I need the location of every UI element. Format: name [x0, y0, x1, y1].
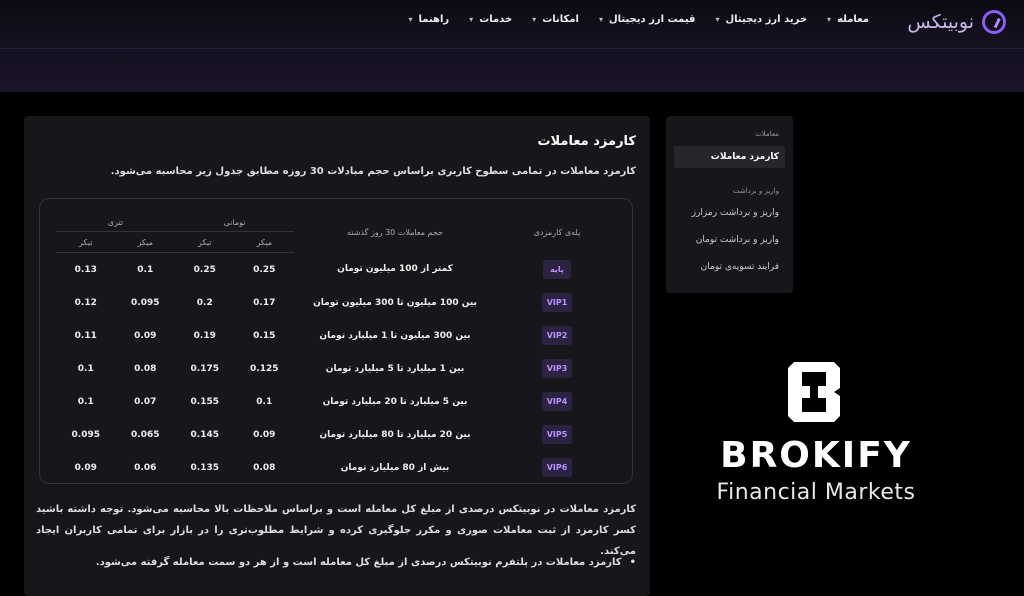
tether-taker-cell: 0.12: [74, 297, 97, 308]
col-toman-taker: تیکر: [175, 231, 235, 253]
level-badge: VIP2: [541, 326, 573, 345]
chevron-down-icon: ▾: [715, 15, 720, 24]
toman-maker-cell: 0.15: [253, 330, 276, 341]
table-row: VIP6 بیش از 80 میلیارد تومان 0.08 0.135 …: [56, 451, 618, 484]
toman-taker-cell: 0.135: [190, 462, 219, 473]
toman-maker-cell: 0.09: [253, 429, 276, 440]
fees-bullet-item: • کارمزد معاملات در پلتفرم نوبیتکس درصدی…: [36, 557, 636, 568]
chevron-down-icon: ▾: [598, 15, 603, 24]
level-badge: VIP4: [541, 392, 573, 411]
toman-taker-cell: 0.19: [193, 330, 216, 341]
nav-item-features[interactable]: امکانات ▾: [532, 14, 579, 25]
toman-taker-cell: 0.2: [196, 297, 213, 308]
chevron-down-icon: ▾: [827, 15, 832, 24]
toman-taker-cell: 0.155: [190, 396, 219, 407]
fee-table-card: پله‌ی کارمزدی حجم معاملات 30 روز گذشته ت…: [39, 198, 633, 484]
col-toman-maker: میکر: [234, 231, 294, 253]
level-badge: VIP5: [541, 425, 573, 444]
toman-maker-cell: 0.1: [256, 396, 273, 407]
volume-cell: بین 20 میلیارد تا 80 میلیارد تومان: [319, 429, 471, 440]
volume-cell: بین 1 میلیارد تا 5 میلیارد تومان: [325, 363, 465, 374]
tether-maker-cell: 0.1: [137, 264, 154, 275]
sidebar-item-toman-settlement[interactable]: فرایند تسویه‌ی تومان: [701, 262, 779, 272]
nobitex-logo-icon: [982, 10, 1006, 34]
brokify-name: BROKIFY: [720, 435, 912, 476]
tether-taker-cell: 0.095: [71, 429, 100, 440]
nav-item-services[interactable]: خدمات ▾: [469, 14, 512, 25]
toman-maker-cell: 0.125: [250, 363, 279, 374]
nav-item-help[interactable]: راهنما ▾: [408, 14, 449, 25]
volume-cell: کمتر از 100 میلیون تومان: [337, 264, 453, 275]
sidebar-section-trades: معاملات: [755, 130, 779, 138]
brokify-tagline: Financial Markets: [716, 480, 916, 505]
col-toman-group: تومانی: [175, 213, 294, 232]
toman-maker-cell: 0.08: [253, 462, 276, 473]
table-row: VIP5 بین 20 میلیارد تا 80 میلیارد تومان …: [56, 418, 618, 451]
sidebar-item-toman-deposit-withdraw[interactable]: واریز و برداشت تومان: [696, 235, 779, 245]
volume-cell: بین 5 میلیارد تا 20 میلیارد تومان: [322, 396, 468, 407]
level-badge: پایه: [543, 259, 571, 279]
top-navigation-bar: نوبیتکس معامله ▾ خرید ارز دیجیتال ▾ قیمت ا…: [0, 0, 1024, 92]
toman-maker-cell: 0.25: [253, 264, 276, 275]
level-badge: VIP3: [541, 359, 573, 378]
tether-maker-cell: 0.06: [134, 462, 157, 473]
tether-taker-cell: 0.1: [77, 363, 94, 374]
volume-cell: بیش از 80 میلیارد تومان: [340, 462, 450, 473]
toman-taker-cell: 0.145: [190, 429, 219, 440]
bullet-dot-icon: •: [629, 557, 636, 568]
toman-maker-cell: 0.17: [253, 297, 276, 308]
nav-item-crypto-price[interactable]: قیمت ارز دیجیتال ▾: [599, 14, 696, 25]
chevron-down-icon: ▾: [408, 15, 413, 24]
help-sidebar: معاملات کارمزد معاملات واریز و برداشت وا…: [666, 116, 793, 293]
sidebar-section-deposit-withdraw: واریز و برداشت: [733, 187, 779, 195]
toman-taker-cell: 0.175: [190, 363, 219, 374]
tether-taker-cell: 0.1: [77, 396, 94, 407]
nav-item-trade[interactable]: معامله ▾: [827, 14, 869, 25]
brokify-logo-icon: [788, 362, 840, 422]
tether-taker-cell: 0.11: [74, 330, 97, 341]
nav-item-buy-crypto[interactable]: خرید ارز دیجیتال ▾: [715, 14, 807, 25]
fees-content-panel: کارمزد معاملات کارمزد معاملات در تمامی س…: [24, 116, 650, 596]
logo-text: نوبیتکس: [907, 11, 974, 33]
table-row: VIP2 بین 300 میلیون تا 1 میلیارد تومان 0…: [56, 319, 618, 352]
toman-taker-cell: 0.25: [193, 264, 216, 275]
tether-taker-cell: 0.09: [74, 462, 97, 473]
tether-maker-cell: 0.07: [134, 396, 157, 407]
sidebar-item-crypto-deposit-withdraw[interactable]: واریز و برداشت رمزارز: [692, 208, 779, 218]
col-tether-taker: تیکر: [56, 231, 116, 253]
col-tether-group: تتری: [56, 213, 175, 232]
tether-maker-cell: 0.095: [131, 297, 160, 308]
volume-cell: بین 300 میلیون تا 1 میلیارد تومان: [319, 330, 471, 341]
table-row: پایه کمتر از 100 میلیون تومان 0.25 0.25 …: [56, 253, 618, 287]
bullet-text: کارمزد معاملات در پلتفرم نوبیتکس درصدی ا…: [95, 557, 622, 568]
col-volume-header: حجم معاملات 30 روز گذشته: [347, 228, 443, 238]
col-tether-maker: میکر: [115, 231, 175, 253]
page-subtitle: کارمزد معاملات در تمامی سطوح کاربری براس…: [110, 166, 636, 177]
table-row: VIP3 بین 1 میلیارد تا 5 میلیارد تومان 0.…: [56, 352, 618, 385]
fees-description-paragraph: کارمزد معاملات در نوبیتکس درصدی از مبلغ …: [36, 504, 636, 557]
sidebar-item-trading-fees[interactable]: کارمزد معاملات: [674, 146, 785, 168]
col-level-header: پله‌ی کارمزدی: [533, 228, 581, 238]
table-row: VIP4 بین 5 میلیارد تا 20 میلیارد تومان 0…: [56, 385, 618, 418]
page-title: کارمزد معاملات: [537, 134, 636, 149]
volume-cell: بین 100 میلیون تا 300 میلیون تومان: [313, 297, 477, 308]
fee-table: پله‌ی کارمزدی حجم معاملات 30 روز گذشته ت…: [56, 213, 618, 484]
chevron-down-icon: ▾: [469, 15, 474, 24]
tether-maker-cell: 0.08: [134, 363, 157, 374]
level-badge: VIP1: [541, 293, 573, 312]
header-divider: [0, 48, 1024, 49]
tether-taker-cell: 0.13: [74, 264, 97, 275]
table-row: VIP1 بین 100 میلیون تا 300 میلیون تومان …: [56, 286, 618, 319]
tether-maker-cell: 0.065: [131, 429, 160, 440]
main-nav: معامله ▾ خرید ارز دیجیتال ▾ قیمت ارز دیجیت…: [408, 14, 869, 25]
brokify-watermark: BROKIFY Financial Markets: [708, 362, 924, 512]
chevron-down-icon: ▾: [532, 15, 537, 24]
tether-maker-cell: 0.09: [134, 330, 157, 341]
level-badge: VIP6: [541, 458, 573, 477]
site-logo[interactable]: نوبیتکس: [907, 10, 1006, 34]
